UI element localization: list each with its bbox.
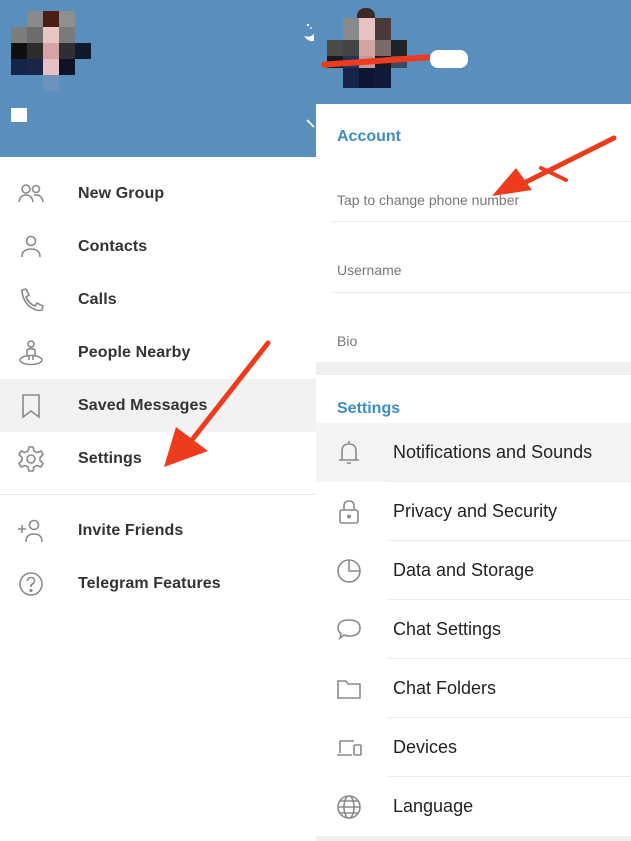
settings-item-privacy[interactable]: Privacy and Security [316,482,631,541]
avatar[interactable] [11,11,91,91]
menu-item-label: Calls [78,290,117,308]
settings-item-notifications[interactable]: Notifications and Sounds [316,423,631,482]
folder-icon [337,680,361,699]
drawer-menu: New Group Contacts Calls People Nearby S… [0,167,316,610]
bookmark-icon [22,394,40,419]
settings-item-language[interactable]: Language [316,777,631,836]
settings-item-label: Language [393,796,474,816]
menu-item-telegram-features[interactable]: Telegram Features [0,557,316,610]
menu-item-label: New Group [78,184,165,202]
settings-item-label: Chat Folders [393,678,497,698]
settings-item-chat-settings[interactable]: Chat Settings [316,600,631,659]
navigation-drawer: New Group Contacts Calls People Nearby S… [0,0,316,841]
menu-divider [0,494,316,495]
question-icon [19,572,43,596]
settings-item-data-storage[interactable]: Data and Storage [316,541,631,600]
menu-item-people-nearby[interactable]: People Nearby [0,326,316,379]
chat-bubble-icon [337,619,361,640]
settings-item-label: Devices [393,737,458,757]
night-mode-icon[interactable] [302,22,314,44]
people-nearby-icon [19,340,43,366]
menu-item-label: Contacts [78,237,148,255]
settings-item-label: Privacy and Security [393,501,558,521]
settings-screen: Account Tap to change phone number Usern… [316,0,631,841]
new-group-icon [18,184,44,203]
menu-item-saved-messages[interactable]: Saved Messages [0,379,316,432]
add-user-icon [18,519,43,543]
lock-icon [339,500,359,524]
menu-item-invite-friends[interactable]: Invite Friends [0,504,316,557]
section-spacer [316,362,631,375]
profile-avatar[interactable] [324,8,409,88]
menu-item-label: Settings [78,449,142,467]
menu-item-label: Invite Friends [78,521,184,539]
chevron-down-icon[interactable] [306,118,316,132]
menu-item-settings[interactable]: Settings [0,432,316,485]
contacts-icon [21,235,41,258]
menu-item-new-group[interactable]: New Group [0,167,316,220]
pie-chart-icon [337,559,361,583]
settings-item-label: Chat Settings [393,619,502,639]
menu-item-label: Telegram Features [78,574,221,592]
profile-name-redacted [430,50,468,68]
username-field[interactable]: Username [337,262,402,278]
profile-header [316,0,631,104]
bottom-spacer [316,836,631,841]
menu-item-label: People Nearby [78,343,191,361]
field-divider [332,292,631,293]
phone-icon [21,288,44,312]
globe-icon [337,795,361,819]
menu-item-label: Saved Messages [78,396,208,414]
settings-item-devices[interactable]: Devices [316,718,631,777]
drawer-header [0,0,316,157]
account-name-redacted [11,108,27,122]
settings-list: Notifications and Sounds Privacy and Sec… [316,423,631,836]
menu-item-calls[interactable]: Calls [0,273,316,326]
settings-section-title: Settings [337,400,401,417]
phone-number-field[interactable]: Tap to change phone number [337,192,519,208]
settings-item-label: Data and Storage [393,560,535,580]
settings-item-label: Notifications and Sounds [393,442,593,462]
gear-icon [18,446,44,472]
settings-item-chat-folders[interactable]: Chat Folders [316,659,631,718]
account-section-title: Account [337,128,401,145]
devices-icon [337,740,362,756]
bio-field[interactable]: Bio [337,333,357,349]
bell-icon [339,441,359,464]
menu-item-contacts[interactable]: Contacts [0,220,316,273]
field-divider [332,221,631,222]
